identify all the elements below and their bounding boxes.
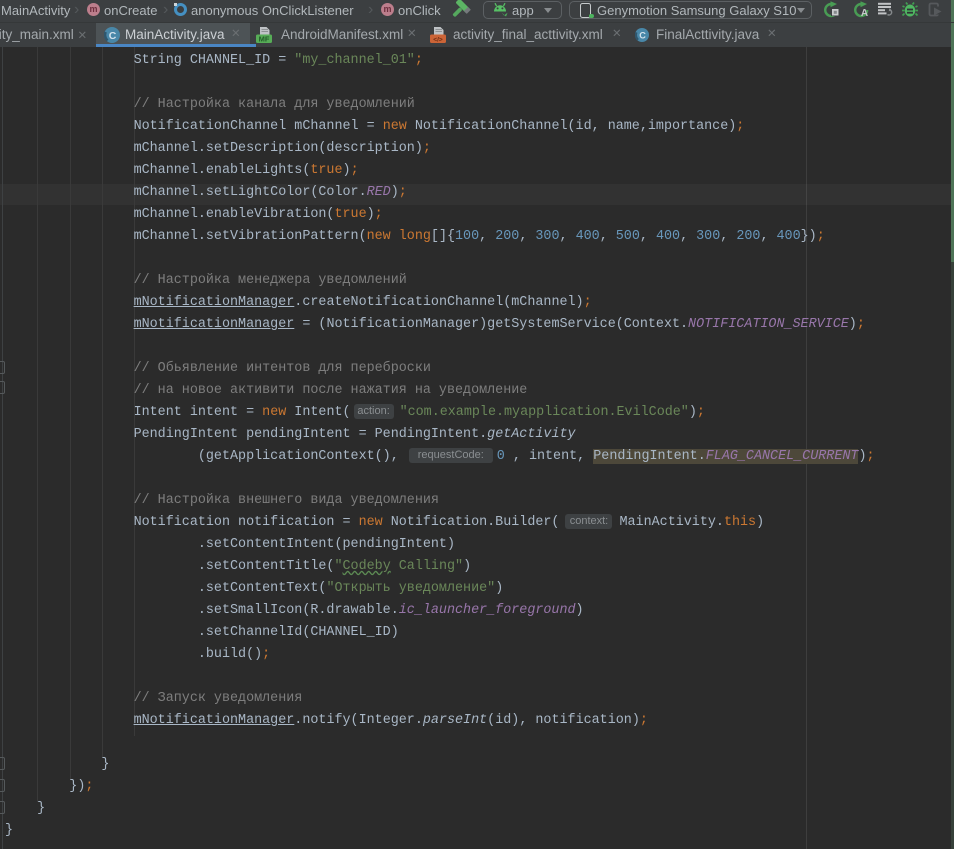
svg-text:C: C	[109, 30, 117, 42]
svg-text:MF: MF	[259, 35, 270, 44]
svg-text:C: C	[639, 31, 646, 41]
svg-text:A: A	[861, 8, 868, 19]
svg-text:</>: </>	[433, 36, 443, 43]
